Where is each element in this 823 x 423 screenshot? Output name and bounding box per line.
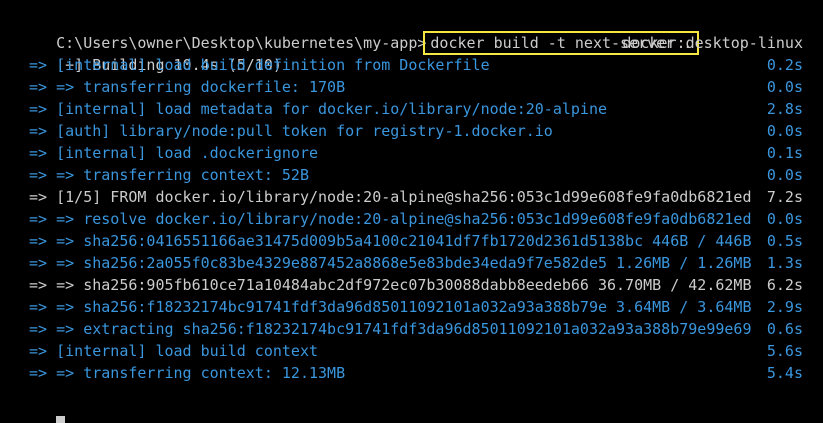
step-time: 1.3s [766, 254, 803, 272]
step-text: => [internal] load build definition from… [20, 56, 490, 74]
build-step: => => resolve docker.io/library/node:20-… [0, 208, 823, 230]
build-step: => => sha256:0416551166ae31475d009b5a410… [0, 230, 823, 252]
step-time: 5.4s [766, 364, 803, 382]
step-time: 0.0s [766, 210, 803, 228]
step-text: => => sha256:f18232174bc91741fdf3da96d85… [20, 298, 752, 316]
step-time: 6.2s [766, 276, 803, 294]
step-text: => => transferring context: 52B [20, 166, 309, 184]
build-step: => => transferring context: 52B 0.0s [0, 164, 823, 186]
step-text: => => transferring dockerfile: 170B [20, 78, 346, 96]
build-step: => [internal] load build context 5.6s [0, 340, 823, 362]
step-time: 0.0s [766, 122, 803, 140]
step-text: => => extracting sha256:f18232174bc91741… [20, 320, 752, 338]
terminal-window[interactable]: C:\Users\owner\Desktop\kubernetes\my-app… [0, 0, 823, 423]
build-step: => => sha256:f18232174bc91741fdf3da96d85… [0, 296, 823, 318]
build-step: => => transferring dockerfile: 170B 0.0s [0, 76, 823, 98]
step-text: => => sha256:2a055f0c83be4329e887452a886… [20, 254, 752, 272]
build-step: => [internal] load metadata for docker.i… [0, 98, 823, 120]
text-cursor [56, 415, 66, 423]
build-step: => [internal] load .dockerignore 0.1s [0, 142, 823, 164]
prompt-line: C:\Users\owner\Desktop\kubernetes\my-app… [0, 10, 823, 55]
step-text: => [1/5] FROM docker.io/library/node:20-… [20, 188, 752, 206]
step-time: 0.6s [766, 320, 803, 338]
step-text: => => resolve docker.io/library/node:20-… [20, 210, 752, 228]
step-time: 2.8s [766, 100, 803, 118]
step-text: => [internal] load build context [20, 342, 319, 360]
step-time: 0.5s [766, 232, 803, 250]
build-step: => [1/5] FROM docker.io/library/node:20-… [0, 186, 823, 208]
build-step: => => sha256:905fb610ce71a10484abc2df972… [0, 274, 823, 296]
step-text: => => transferring context: 12.13MB [20, 364, 346, 382]
build-step: => => extracting sha256:f18232174bc91741… [0, 318, 823, 340]
step-time: 0.0s [766, 78, 803, 96]
step-time: 7.2s [766, 188, 803, 206]
cursor-line[interactable] [0, 392, 823, 423]
build-step: => => sha256:2a055f0c83be4329e887452a886… [0, 252, 823, 274]
step-time: 2.9s [766, 298, 803, 316]
step-text: => [auth] library/node:pull token for re… [20, 122, 553, 140]
step-time: 0.2s [766, 56, 803, 74]
step-text: => [internal] load metadata for docker.i… [20, 100, 607, 118]
build-step: => [auth] library/node:pull token for re… [0, 120, 823, 142]
step-time: 0.0s [766, 166, 803, 184]
step-text: => => sha256:905fb610ce71a10484abc2df972… [20, 276, 752, 294]
step-time: 0.1s [766, 144, 803, 162]
build-context: docker:desktop-linux [622, 34, 803, 52]
build-status-line: [+] Building 10.4s (5/10) docker:desktop… [0, 32, 823, 74]
step-time: 5.6s [766, 342, 803, 360]
build-step: => => transferring context: 12.13MB 5.4s [0, 362, 823, 384]
step-text: => [internal] load .dockerignore [20, 144, 319, 162]
build-step: => [internal] load build definition from… [0, 54, 823, 76]
build-steps: => [internal] load build definition from… [0, 54, 823, 384]
step-text: => => sha256:0416551166ae31475d009b5a410… [20, 232, 752, 250]
